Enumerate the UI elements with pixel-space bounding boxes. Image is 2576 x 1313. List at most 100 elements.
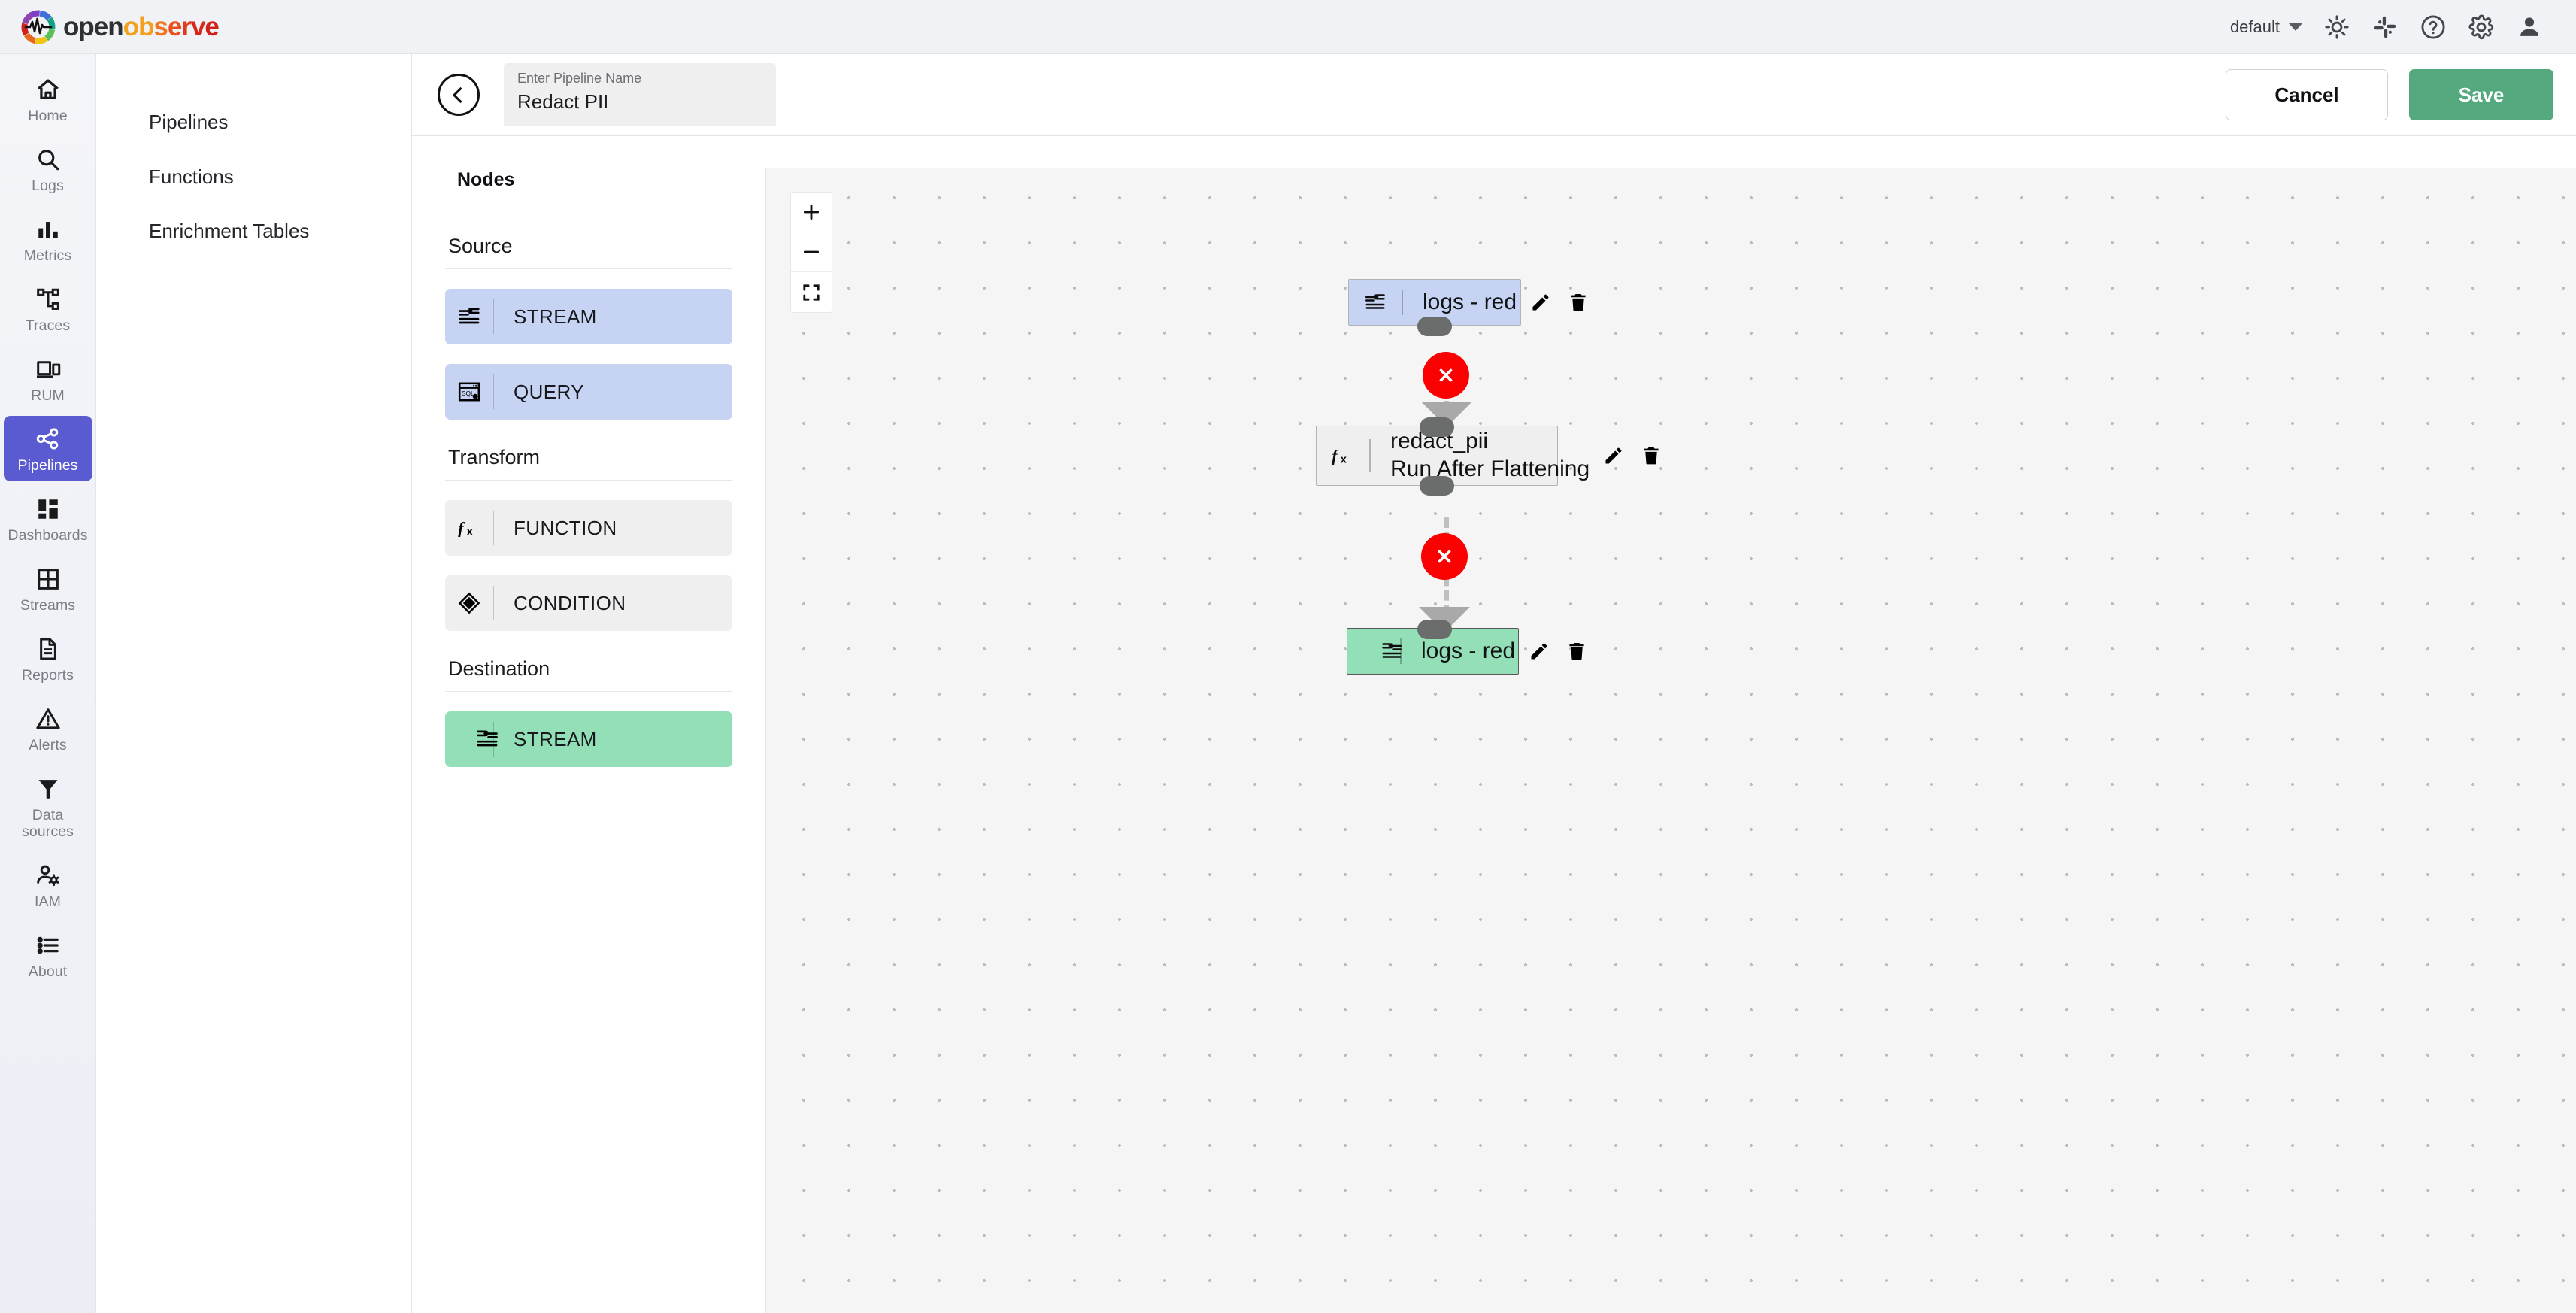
palette-node-label: STREAM (494, 305, 597, 329)
devices-icon (35, 353, 61, 385)
slack-icon[interactable] (2361, 3, 2409, 51)
palette-section-destination: Destination (445, 657, 732, 681)
save-button[interactable]: Save (2409, 69, 2553, 120)
zoom-out-button[interactable] (791, 232, 832, 272)
palette-node-source-stream[interactable]: STREAM (445, 289, 732, 344)
trash-icon[interactable] (1568, 292, 1589, 313)
sidebar-item-metrics[interactable]: Metrics (4, 206, 92, 271)
edge-delete-button-2[interactable] (1421, 533, 1468, 580)
funnel-icon (35, 773, 61, 805)
top-bar: openobserve default (0, 0, 2576, 54)
pipeline-canvas[interactable]: logs - red f x redact_pii (765, 168, 2576, 1313)
app-logo[interactable]: openobserve (0, 8, 219, 46)
cancel-button[interactable]: Cancel (2226, 69, 2388, 120)
fx-icon: f x (1317, 443, 1369, 468)
back-button[interactable] (438, 74, 480, 116)
sidebar-item-label: RUM (31, 388, 65, 404)
stream-out-icon (445, 711, 493, 767)
sidebar-item-reports[interactable]: Reports (4, 626, 92, 691)
sidebar-item-iam[interactable]: IAM (4, 852, 92, 917)
palette-node-source-query[interactable]: SQL QUERY (445, 364, 732, 420)
dashboard-grid-icon (35, 493, 61, 525)
sidebar-item-traces[interactable]: Traces (4, 276, 92, 341)
divider (445, 268, 732, 269)
brand-open: open (63, 12, 123, 41)
pipeline-name-input[interactable]: Enter Pipeline Name Redact PII (504, 63, 776, 126)
sidebar-item-about[interactable]: About (4, 922, 92, 987)
sidebar-item-data-sources[interactable]: Datasources (4, 766, 92, 847)
settings-icon[interactable] (2457, 3, 2505, 51)
svg-text:SQL: SQL (462, 390, 474, 397)
grid-four-icon (35, 563, 61, 595)
palette-node-transform-function[interactable]: f x FUNCTION (445, 500, 732, 556)
palette-node-label: QUERY (494, 381, 584, 404)
svg-text:f: f (1332, 447, 1339, 465)
zoom-in-button[interactable] (791, 193, 832, 232)
diamond-icon (445, 575, 493, 631)
palette-node-label: FUNCTION (494, 517, 617, 540)
warning-triangle-icon (35, 703, 61, 735)
traces-icon (35, 284, 61, 315)
subnav-item-pipelines[interactable]: Pipelines (96, 95, 411, 150)
palette-node-label: CONDITION (494, 592, 626, 615)
svg-text:x: x (1341, 453, 1347, 465)
subnav-item-enrichment-tables[interactable]: Enrichment Tables (96, 204, 411, 259)
node-palette: Nodes Source STREAM SQL QUERY Transform (412, 136, 765, 1313)
sidebar-item-label: Datasources (22, 808, 74, 839)
divider (445, 480, 732, 481)
header-actions: Cancel Save (2226, 69, 2553, 120)
sql-query-icon: SQL (445, 364, 493, 420)
palette-node-transform-condition[interactable]: CONDITION (445, 575, 732, 631)
trash-icon[interactable] (1641, 445, 1662, 466)
sidebar-item-alerts[interactable]: Alerts (4, 696, 92, 761)
sidebar-item-label: Alerts (29, 738, 66, 754)
stream-in-icon (1349, 291, 1402, 314)
node-handle-destination-in[interactable] (1417, 620, 1452, 639)
sidebar-item-streams[interactable]: Streams (4, 556, 92, 621)
back-circle-icon (453, 86, 468, 102)
org-selector[interactable]: default (2220, 17, 2313, 37)
subnav-item-functions[interactable]: Functions (96, 150, 411, 205)
org-selector-value: default (2230, 17, 2280, 37)
flow-node-subtitle: Run After Flattening (1390, 456, 1590, 484)
sidebar-item-home[interactable]: Home (4, 66, 92, 132)
app-name: openobserve (63, 14, 219, 40)
list-icon (35, 929, 61, 961)
node-handle-source-out[interactable] (1417, 317, 1452, 336)
sidebar-item-label: Logs (32, 178, 64, 194)
svg-text:x: x (467, 526, 474, 538)
edge-delete-button-1[interactable] (1423, 352, 1469, 399)
pipeline-name-label: Enter Pipeline Name (517, 70, 762, 87)
sidebar-item-dashboards[interactable]: Dashboards (4, 486, 92, 551)
top-bar-actions: default (2220, 0, 2576, 53)
node-handle-function-in[interactable] (1420, 417, 1454, 437)
sidebar-item-pipelines[interactable]: Pipelines (4, 416, 92, 481)
theme-toggle-icon[interactable] (2313, 3, 2361, 51)
sidebar-item-rum[interactable]: RUM (4, 346, 92, 411)
pencil-icon[interactable] (1603, 445, 1624, 466)
sidebar-item-label: Pipelines (17, 458, 77, 474)
node-handle-function-out[interactable] (1420, 476, 1454, 496)
sidebar-item-label: Metrics (24, 248, 72, 264)
chevron-down-icon (2289, 23, 2302, 31)
account-icon[interactable] (2505, 3, 2553, 51)
palette-node-destination-stream[interactable]: STREAM (445, 711, 732, 767)
sidebar-item-label: About (29, 964, 67, 980)
fit-view-button[interactable] (791, 272, 832, 312)
search-icon (35, 144, 61, 175)
home-icon (35, 74, 61, 105)
sidebar-item-label: Traces (26, 318, 70, 334)
pencil-icon[interactable] (1529, 641, 1550, 662)
flow-node-actions (1590, 445, 1680, 466)
sidebar-item-logs[interactable]: Logs (4, 136, 92, 202)
document-icon (35, 633, 61, 665)
pipelines-subnav: Pipelines Functions Enrichment Tables (96, 54, 412, 1313)
bar-chart-icon (35, 214, 61, 245)
help-icon[interactable] (2409, 3, 2457, 51)
flow-node-actions (1515, 641, 1605, 662)
pencil-icon[interactable] (1530, 292, 1551, 313)
canvas-zoom-controls (790, 192, 832, 313)
trash-icon[interactable] (1566, 641, 1587, 662)
sidebar-item-label: Home (28, 108, 67, 124)
flow-node-title: redact_pii (1390, 428, 1590, 456)
